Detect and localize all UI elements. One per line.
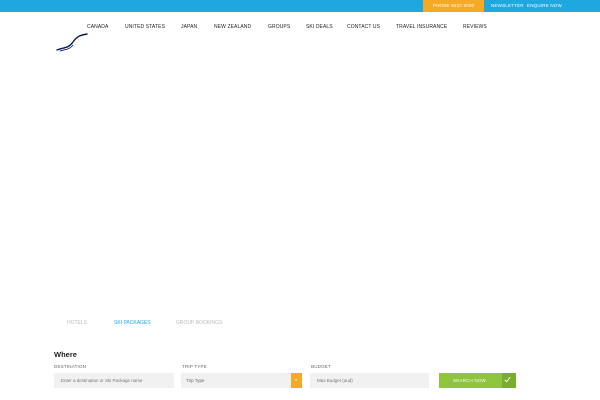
check-box <box>502 373 516 388</box>
tab-hotels[interactable]: HOTELS <box>67 320 87 326</box>
wave-logo-icon[interactable] <box>54 30 90 54</box>
search-heading: Where <box>54 350 77 359</box>
nav-item-new-zealand[interactable]: NEW ZEALAND <box>214 24 251 30</box>
nav-item-united-states[interactable]: UNITED STATES <box>125 24 165 30</box>
search-now-button[interactable]: SEARCH NOW <box>439 373 516 388</box>
nav-item-ski-deals[interactable]: SKI DEALS <box>306 24 333 30</box>
trip-type-select[interactable]: Trip Type <box>181 373 302 388</box>
budget-label: BUDGET <box>311 364 331 369</box>
nav-item-travel-insurance[interactable]: TRAVEL INSURANCE <box>396 24 447 30</box>
enquire-now-link[interactable]: ENQUIRE NOW <box>527 0 562 12</box>
search-now-label: SEARCH NOW <box>453 378 487 383</box>
search-tabs: HOTELS SKI PACKAGES GROUP BOOKINGS <box>0 320 600 330</box>
phone-button[interactable]: PHONE 9633 5000 <box>423 0 484 12</box>
nav-item-canada[interactable]: CANADA <box>87 24 108 30</box>
trip-type-value: Trip Type <box>186 378 205 383</box>
nav-item-groups[interactable]: GROUPS <box>268 24 290 30</box>
trip-type-label: TRIP TYPE <box>182 364 207 369</box>
nav-item-reviews[interactable]: REVIEWS <box>463 24 487 30</box>
nav-item-japan[interactable]: JAPAN <box>181 24 197 30</box>
destination-input[interactable] <box>54 373 174 388</box>
check-icon <box>504 375 511 383</box>
newsletter-link[interactable]: NEWSLETTER <box>491 0 524 12</box>
destination-label: DESTINATION <box>54 364 87 369</box>
tab-group-bookings[interactable]: GROUP BOOKINGS <box>176 320 222 326</box>
tab-ski-packages[interactable]: SKI PACKAGES <box>114 320 151 326</box>
select-arrow[interactable] <box>291 373 302 388</box>
budget-input[interactable] <box>310 373 429 388</box>
chevron-down-icon <box>295 379 297 381</box>
nav-item-contact-us[interactable]: CONTACT US <box>347 24 380 30</box>
